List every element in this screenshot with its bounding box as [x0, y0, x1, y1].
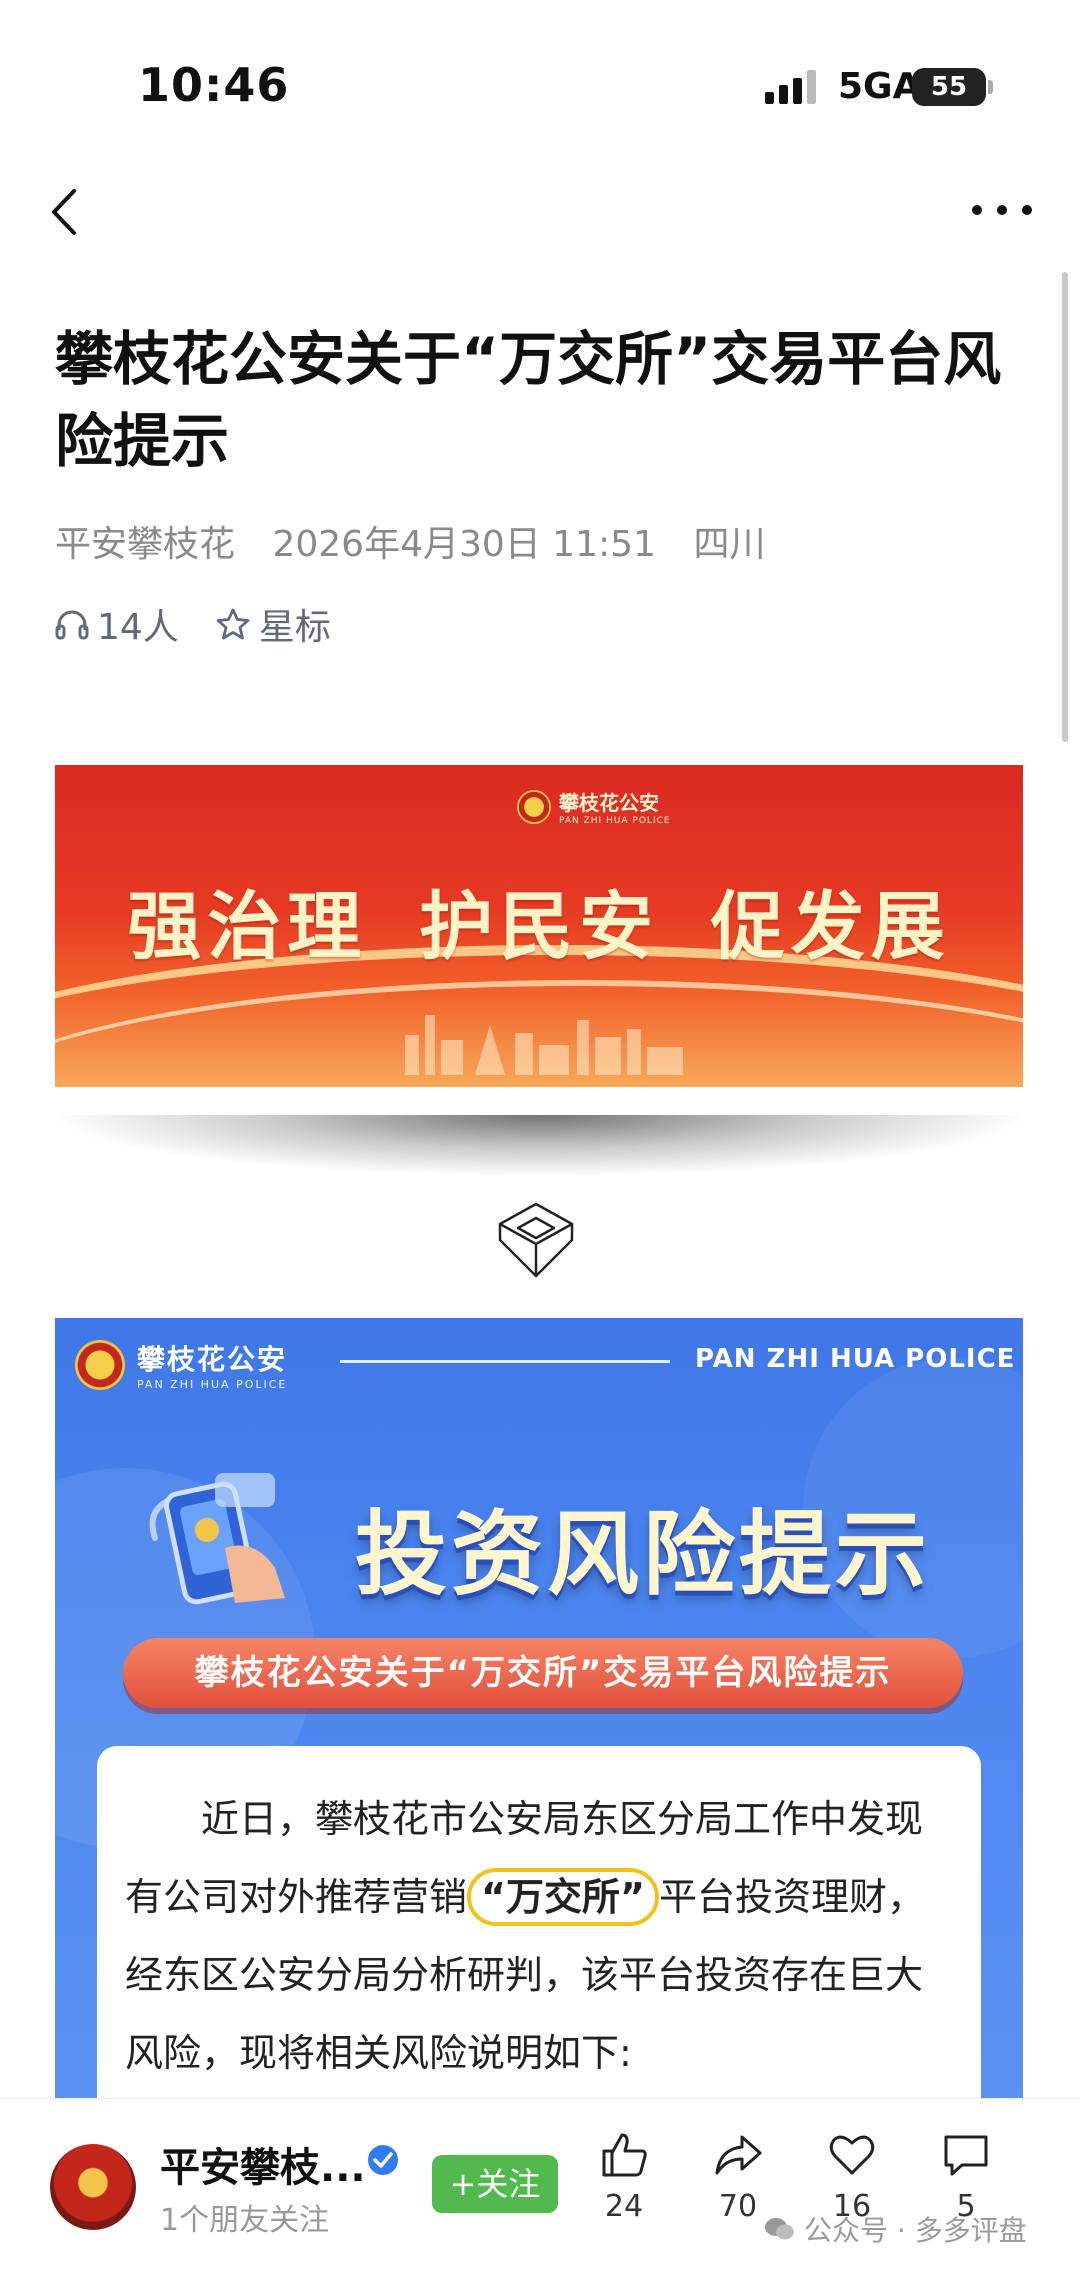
- listener-count: 14人: [97, 607, 179, 648]
- verified-icon: [368, 2145, 398, 2175]
- police-emblem-icon: [75, 1339, 125, 1390]
- police-emblem-icon: [517, 789, 551, 824]
- account-avatar[interactable]: [50, 2144, 136, 2230]
- listen-row: 14人 星标: [55, 598, 367, 650]
- divider-shadow: [60, 1115, 1020, 1175]
- region-label: 四川: [693, 524, 766, 565]
- like-count: 24: [604, 2189, 644, 2224]
- article-title: 攀枝花公安关于“万交所”交易平台风险提示: [55, 325, 1002, 475]
- phone-hand-illustration: [149, 1473, 285, 1605]
- banner-logo: 攀枝花公安 PAN ZHI HUA POLICE: [517, 787, 671, 826]
- chevron-left-icon: [52, 189, 76, 235]
- publish-date: 2026年4月30日 11:51: [272, 524, 656, 565]
- battery-icon: 55: [912, 68, 993, 106]
- poster-header-en: PAN ZHI HUA POLICE: [695, 1344, 1016, 1374]
- scrollbar[interactable]: [1062, 272, 1068, 742]
- source-watermark: 公众号 · 多多评盘: [764, 2209, 1027, 2249]
- bottom-action-bar: 平安攀枝... 1个朋友关注 +关注 24 70 16 5 公众号 · 多多评盘: [0, 2098, 1080, 2275]
- risk-poster-image: 攀枝花公安 PAN ZHI HUA POLICE PAN ZHI HUA POL…: [55, 1318, 1023, 2108]
- account-name[interactable]: 平安攀枝...: [160, 2135, 366, 2193]
- heart-icon: [829, 2135, 875, 2175]
- poster-logo: 攀枝花公安 PAN ZHI HUA POLICE: [75, 1338, 287, 1391]
- cube-divider-icon: [498, 1202, 574, 1278]
- friends-follow-text: 1个朋友关注: [160, 2203, 330, 2238]
- follow-button[interactable]: +关注: [432, 2155, 558, 2213]
- poster-ribbon: 攀枝花公安关于“万交所”交易平台风险提示: [123, 1638, 963, 1708]
- status-time: 10:46: [138, 58, 290, 112]
- highlight-badge: “万交所”: [467, 1868, 659, 1926]
- city-skyline-graphic: [405, 1015, 683, 1075]
- star-icon: [216, 608, 250, 640]
- banner-slogan: 强治理 护民安 促发展: [127, 884, 951, 970]
- poster-headline: 投资风险提示: [355, 1501, 932, 1608]
- poster-text-card: 近日，攀枝花市公安局东区分局工作中发现有公司对外推荐营销 “万交所” 平台投资理财，…: [97, 1746, 981, 2108]
- share-arrow-icon: [715, 2135, 762, 2175]
- listen-button[interactable]: 14人: [55, 598, 179, 650]
- author-link[interactable]: 平安攀枝花: [55, 524, 235, 565]
- more-dots-icon: [972, 205, 982, 215]
- back-button[interactable]: [40, 182, 90, 242]
- thumbs-up-icon: [602, 2133, 647, 2177]
- like-button[interactable]: 24: [584, 2129, 664, 2224]
- comment-bubble-icon: [944, 2135, 988, 2176]
- wechat-icon: [765, 2218, 794, 2240]
- star-button[interactable]: 星标: [215, 598, 331, 650]
- header-banner-image: 攀枝花公安 PAN ZHI HUA POLICE 强治理 护民安 促发展: [55, 765, 1023, 1087]
- status-bar: 10:46 5GA 55: [0, 0, 1080, 180]
- star-label: 星标: [258, 607, 331, 648]
- signal-icon: [765, 70, 816, 104]
- headphones-icon: [55, 610, 89, 640]
- article-meta: 平安攀枝花 2026年4月30日 11:51 四川: [55, 515, 791, 567]
- poster-body-text: 近日，攀枝花市公安局东区分局工作中发现有公司对外推荐营销 “万交所” 平台投资理财，…: [125, 1797, 925, 2075]
- more-button[interactable]: [972, 190, 1032, 230]
- network-type: 5GA: [838, 66, 921, 107]
- poster-header-line: [340, 1360, 670, 1363]
